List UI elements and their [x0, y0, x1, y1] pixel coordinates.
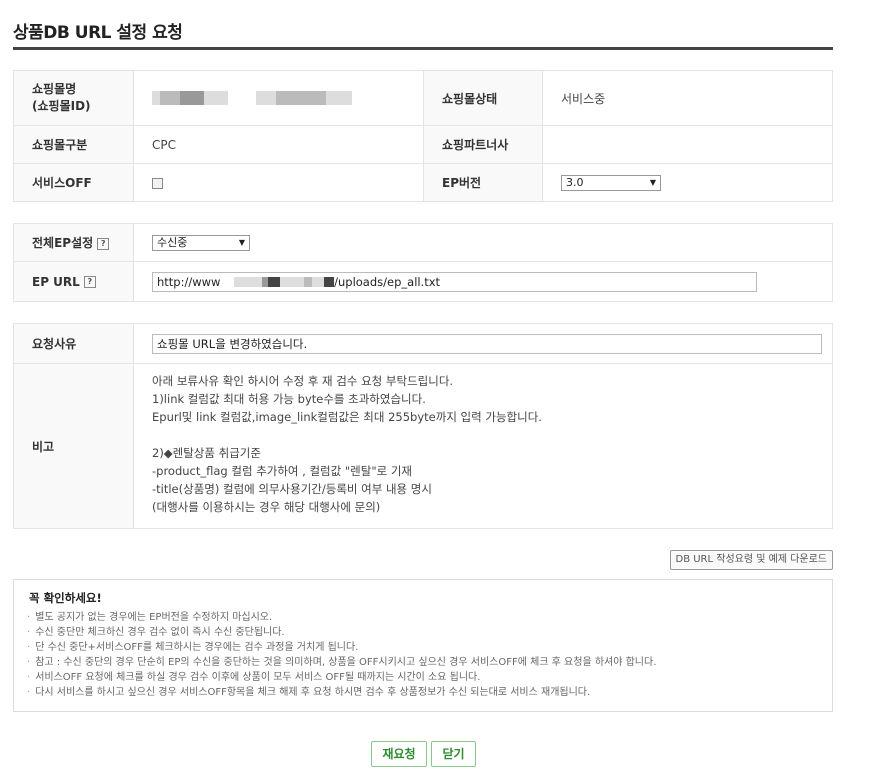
- ep-version-value: 3.0: [566, 175, 584, 189]
- title-divider: [13, 47, 833, 50]
- note-line: (대행사를 이용하시는 경우 해당 대행사에 문의): [152, 500, 381, 514]
- service-off-label: 서비스OFF: [13, 163, 134, 202]
- download-guide-button[interactable]: DB URL 작성요령 및 예제 다운로드: [669, 550, 833, 570]
- notice-list: 별도 공지가 없는 경우에는 EP버전을 수정하지 마십시오. 수신 중단만 체…: [27, 610, 656, 700]
- ep-version-select[interactable]: 3.0 ▼: [561, 174, 661, 191]
- note-line: -product_flag 컬럼 추가하여 , 컬럼값 "렌탈"로 기재: [152, 464, 413, 478]
- mall-name-label: 쇼핑몰명 (쇼핑몰ID): [13, 70, 134, 126]
- help-icon[interactable]: ?: [83, 276, 96, 288]
- ep-url-input[interactable]: http://www /uploads/ep_all.txt: [152, 271, 757, 292]
- note-line: [152, 426, 814, 444]
- note-line: 2)◆렌탈상품 취급기준: [152, 446, 261, 460]
- partner-value: [542, 125, 833, 164]
- page-title: 상품DB URL 설정 요청: [13, 23, 183, 43]
- mall-info-table: 쇼핑몰명 (쇼핑몰ID) 쇼핑몰상태 서비스중 쇼핑몰구분 CPC 쇼핑파트너사…: [13, 70, 833, 202]
- partner-label: 쇼핑파트너사: [423, 125, 543, 164]
- ep-url-label-text: EP URL: [32, 274, 80, 289]
- ep-url-label: EP URL?: [13, 261, 134, 302]
- notice-item: 수신 중단만 체크하신 경우 검수 없이 즉시 수신 중단됩니다.: [27, 625, 656, 640]
- reason-input[interactable]: 쇼핑몰 URL을 변경하였습니다.: [152, 333, 822, 354]
- dropdown-arrow-icon: ▼: [649, 177, 656, 187]
- notice-item: 참고 : 수신 중단의 경우 단순히 EP의 수신을 중단하는 것을 의미하며,…: [27, 655, 656, 670]
- ep-settings-table: 전체EP설정? 수신중 ▼ EP URL? http://www /upload…: [13, 223, 833, 302]
- reason-label: 요청사유: [13, 323, 134, 364]
- note-line: 1)link 컬럼값 최대 허용 가능 byte수를 초과하였습니다.: [152, 392, 426, 406]
- note-line: Epurl및 link 컬럼값,image_link컬럼값은 최대 255byt…: [152, 410, 542, 424]
- service-off-checkbox[interactable]: [152, 177, 163, 189]
- note-line: -title(상품명) 컬럼에 의무사용기간/등록비 여부 내용 명시: [152, 482, 432, 496]
- mall-type-value: CPC: [133, 125, 424, 164]
- mall-type-label: 쇼핑몰구분: [13, 125, 134, 164]
- all-ep-label: 전체EP설정?: [13, 223, 134, 262]
- all-ep-label-text: 전체EP설정: [32, 236, 94, 250]
- notice-item: 별도 공지가 없는 경우에는 EP버전을 수정하지 마십시오.: [27, 610, 656, 625]
- ep-url-suffix: /uploads/ep_all.txt: [334, 274, 441, 289]
- all-ep-value: 수신중: [157, 235, 188, 249]
- ep-version-label: EP버전: [423, 163, 543, 202]
- note-line: 아래 보류사유 확인 하시어 수정 후 재 검수 요청 부탁드립니다.: [152, 374, 454, 388]
- notice-heading: 꼭 확인하세요!: [29, 591, 102, 605]
- notice-item: 단 수신 중단+서비스OFF를 체크하시는 경우에는 검수 과정을 거치게 됩니…: [27, 640, 656, 655]
- mall-status-label: 쇼핑몰상태: [423, 70, 543, 126]
- notice-item: 다시 서비스를 하시고 싶으신 경우 서비스OFF항목을 체크 해제 후 요청 …: [27, 685, 656, 700]
- help-icon[interactable]: ?: [97, 237, 110, 250]
- all-ep-select[interactable]: 수신중 ▼: [152, 234, 250, 251]
- note-label: 비고: [13, 363, 134, 529]
- note-text: 아래 보류사유 확인 하시어 수정 후 재 검수 요청 부탁드립니다. 1)li…: [133, 363, 833, 529]
- notice-box: 꼭 확인하세요! 별도 공지가 없는 경우에는 EP버전을 수정하지 마십시오.…: [13, 579, 833, 712]
- notice-item: 서비스OFF 요청에 체크를 하실 경우 검수 이후에 상품이 모두 서비스 O…: [27, 670, 656, 685]
- resubmit-button[interactable]: 재요청: [371, 741, 427, 767]
- mall-status-value: 서비스중: [542, 70, 833, 126]
- dropdown-arrow-icon: ▼: [238, 237, 245, 247]
- close-button[interactable]: 닫기: [431, 741, 476, 767]
- mall-name-value: [133, 70, 424, 126]
- request-table: 요청사유 쇼핑몰 URL을 변경하였습니다. 비고 아래 보류사유 확인 하시어…: [13, 323, 833, 529]
- ep-url-prefix: http://www: [157, 274, 221, 289]
